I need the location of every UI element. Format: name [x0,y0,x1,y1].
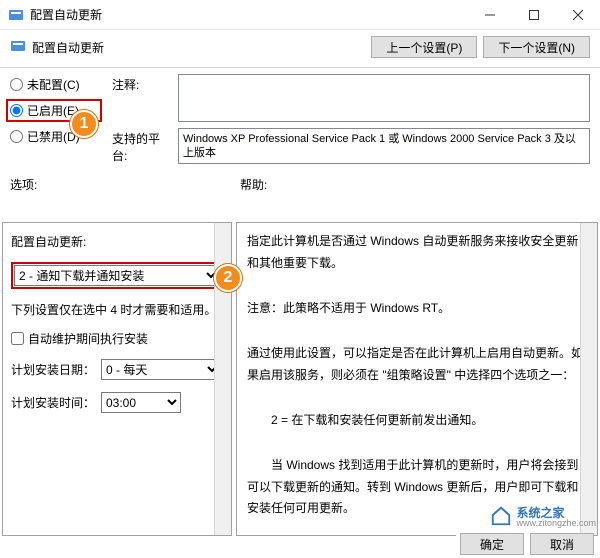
options-panel: 配置自动更新: 2 - 通知下载并通知安装 下列设置仅在选中 4 时才需要和适用… [2,222,232,536]
radio-not-configured-label: 未配置(C) [27,76,80,93]
app-icon [8,7,24,23]
maximize-button[interactable] [512,0,556,30]
options-title: 配置自动更新: [11,233,223,250]
house-icon [490,505,512,527]
help-header: 帮助: [240,176,267,193]
dialog-buttons: 确定 取消 [456,533,594,555]
prev-setting-button[interactable]: 上一个设置(P) [371,36,477,58]
update-mode-select[interactable]: 2 - 通知下载并通知安装 [14,265,220,286]
callout-badge-2: 2 [214,264,242,292]
help-panel: 指定此计算机是否通过 Windows 自动更新服务来接收安全更新和其他重要下载。… [236,222,598,536]
comment-input[interactable] [178,74,590,122]
install-time-select[interactable]: 03:00 [101,392,181,413]
supported-label: 支持的平台: [112,128,172,164]
titlebar: 配置自动更新 [0,0,600,30]
ok-button[interactable]: 确定 [460,533,524,555]
section-headers: 选项: 帮助: [0,176,600,193]
radio-not-configured[interactable]: 未配置(C) [10,76,102,93]
next-setting-button[interactable]: 下一个设置(N) [483,36,590,58]
callout-badge-1: 1 [70,110,98,138]
install-day-select[interactable]: 0 - 每天 [101,359,221,380]
watermark: 系统之家 www.zitongzhe.com [490,504,596,528]
subtitle-text: 配置自动更新 [32,39,104,56]
window-title: 配置自动更新 [30,6,468,23]
update-mode-highlight: 2 - 通知下载并通知安装 [11,262,223,289]
minimize-button[interactable] [468,0,512,30]
help-scrollbar[interactable] [580,223,597,535]
maintenance-checkbox-label: 自动维护期间执行安装 [28,330,148,347]
comment-label: 注释: [112,74,172,122]
install-day-label: 计划安装日期： [11,361,97,378]
maintenance-checkbox[interactable]: 自动维护期间执行安装 [11,330,223,347]
subtitle-row: 配置自动更新 上一个设置(P) 下一个设置(N) [0,30,600,64]
policy-icon [10,38,26,57]
supported-platforms: Windows XP Professional Service Pack 1 或… [178,128,590,164]
close-button[interactable] [556,0,600,30]
cancel-button[interactable]: 取消 [530,533,594,555]
help-text: 指定此计算机是否通过 Windows 自动更新服务来接收安全更新和其他重要下载。… [237,223,597,535]
install-time-label: 计划安装时间： [11,394,97,411]
options-header: 选项: [10,176,37,193]
options-note: 下列设置仅在选中 4 时才需要和适用。 [11,301,223,318]
